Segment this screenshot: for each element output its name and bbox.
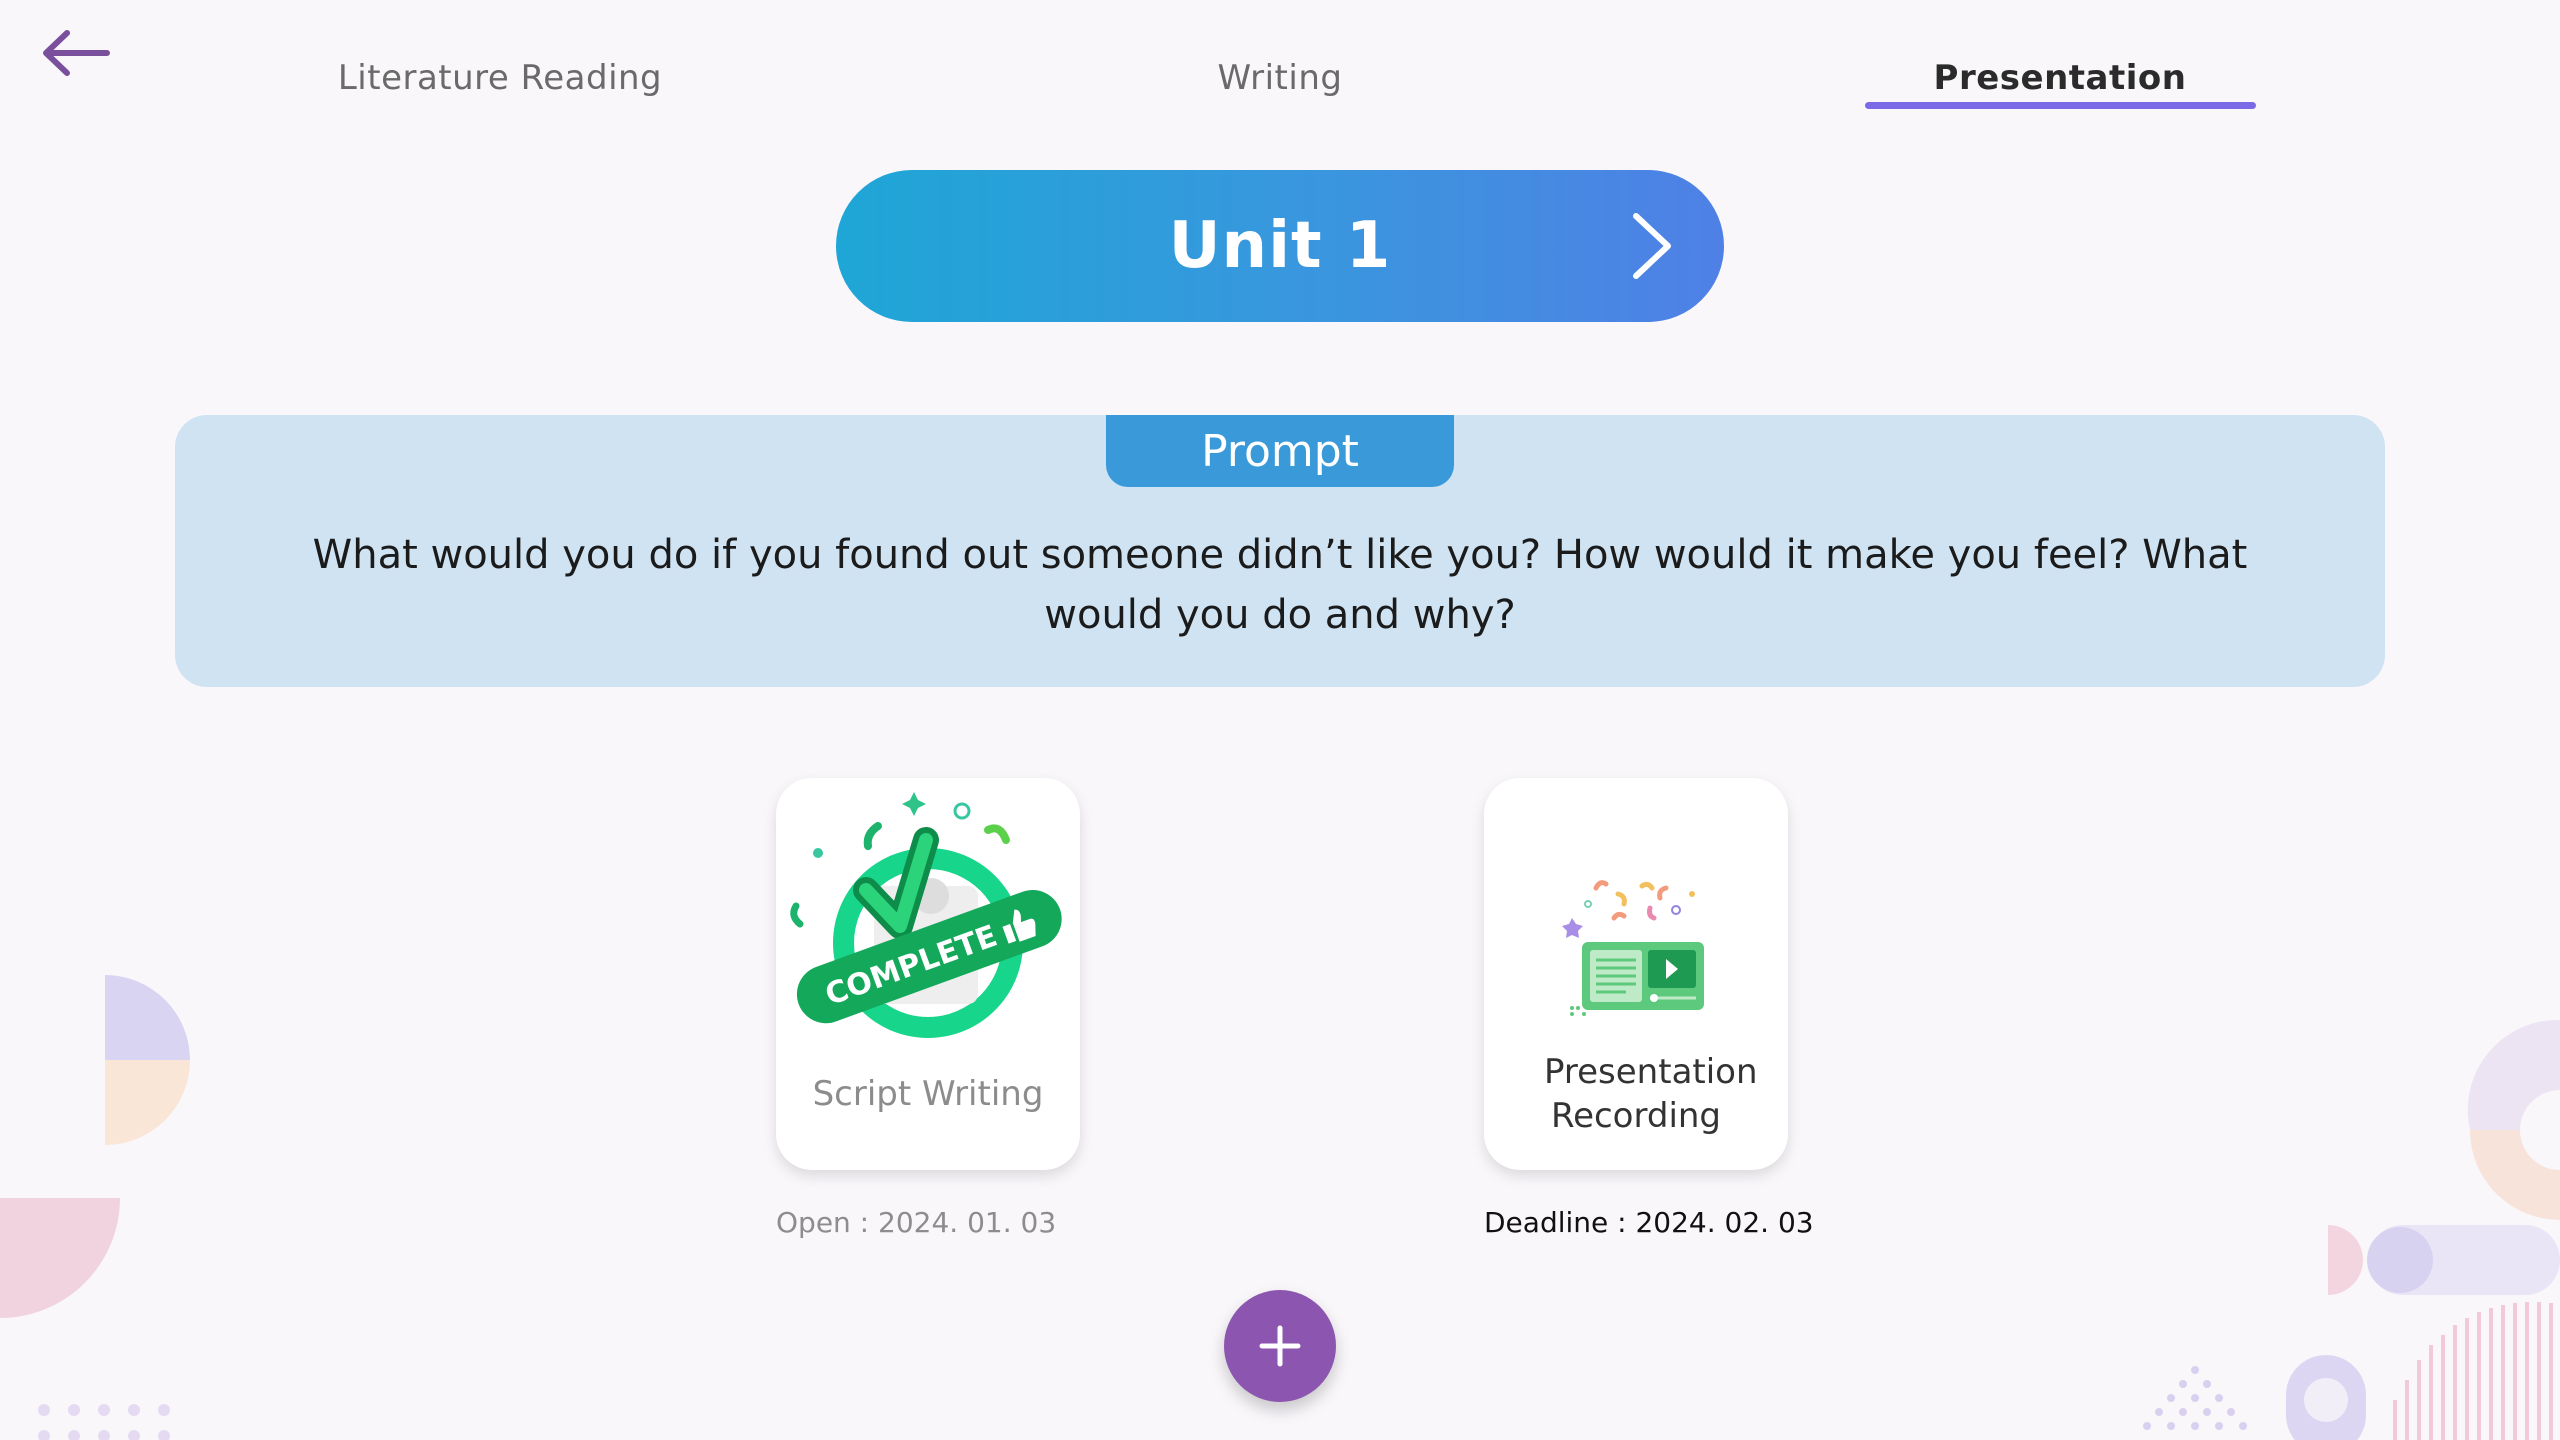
chevron-right-icon[interactable] (1622, 210, 1682, 282)
deadline-date: Deadline : 2024. 02. 03 (1484, 1206, 1814, 1239)
add-button[interactable] (1224, 1290, 1336, 1402)
prompt-header: Prompt (1106, 415, 1454, 487)
unit-title: Unit 1 (1168, 209, 1392, 283)
prompt-text: What would you do if you found out someo… (312, 532, 2248, 638)
tab-writing[interactable]: Writing (1080, 58, 1480, 114)
active-tab-indicator (1865, 102, 2256, 109)
script-writing-label: Script Writing (812, 1074, 1044, 1114)
video-recording-icon (1562, 880, 1704, 1016)
presentation-recording-card[interactable]: Presentation Recording (1484, 778, 1788, 1170)
open-date: Open : 2024. 01. 03 (776, 1206, 1057, 1239)
tab-bar: Literature Reading Writing Presentation (0, 40, 2560, 120)
script-writing-card[interactable]: COMPLETE Script Writing (776, 778, 1080, 1170)
tab-literature-reading[interactable]: Literature Reading (300, 58, 700, 114)
presentation-recording-label: Presentation Recording (1544, 1052, 1758, 1136)
complete-badge-icon: COMPLETE (790, 792, 1062, 1038)
prompt-panel: Prompt What would you do if you found ou… (175, 415, 2385, 687)
plus-icon (1259, 1325, 1301, 1367)
unit-selector-button[interactable]: Unit 1 (836, 170, 1724, 322)
